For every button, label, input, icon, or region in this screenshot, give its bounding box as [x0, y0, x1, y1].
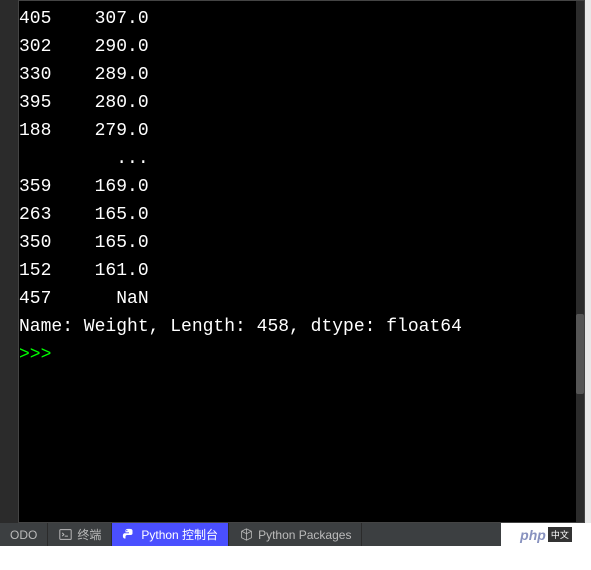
tab-python-console[interactable]: Python 控制台 [112, 523, 229, 546]
tab-python-packages[interactable]: Python Packages [229, 523, 362, 546]
editor-gutter [0, 0, 18, 523]
php-logo-text: php [520, 527, 546, 543]
packages-icon [239, 528, 253, 542]
page-bottom-margin [0, 546, 591, 570]
data-row: 350 165.0 [19, 229, 584, 257]
ellipsis-row: ... [19, 145, 584, 173]
terminal-icon [58, 528, 72, 542]
tab-label: ODO [10, 528, 37, 542]
data-row: 359 169.0 [19, 173, 584, 201]
python-prompt[interactable]: >>> [19, 341, 584, 369]
series-summary: Name: Weight, Length: 458, dtype: float6… [19, 313, 584, 341]
data-row: 302 290.0 [19, 33, 584, 61]
tab-label: Python Packages [258, 528, 351, 542]
data-row: 405 307.0 [19, 5, 584, 33]
data-row: 330 289.0 [19, 61, 584, 89]
tab-todo[interactable]: ODO [0, 523, 48, 546]
data-row: 263 165.0 [19, 201, 584, 229]
cn-badge: 中文 [548, 527, 572, 542]
tab-terminal[interactable]: 终端 [48, 523, 112, 546]
watermark-badge: php 中文 [501, 523, 591, 546]
python-icon [122, 528, 136, 542]
data-row: 188 279.0 [19, 117, 584, 145]
data-row: 395 280.0 [19, 89, 584, 117]
tab-label: 终端 [77, 526, 101, 543]
console-scrollbar[interactable] [576, 1, 584, 522]
data-row: 457 NaN [19, 285, 584, 313]
tab-label: Python 控制台 [141, 526, 218, 543]
scrollbar-thumb[interactable] [576, 314, 584, 394]
python-console-output[interactable]: 405 307.0302 290.0330 289.0395 280.0188 … [18, 0, 585, 523]
data-row: 152 161.0 [19, 257, 584, 285]
